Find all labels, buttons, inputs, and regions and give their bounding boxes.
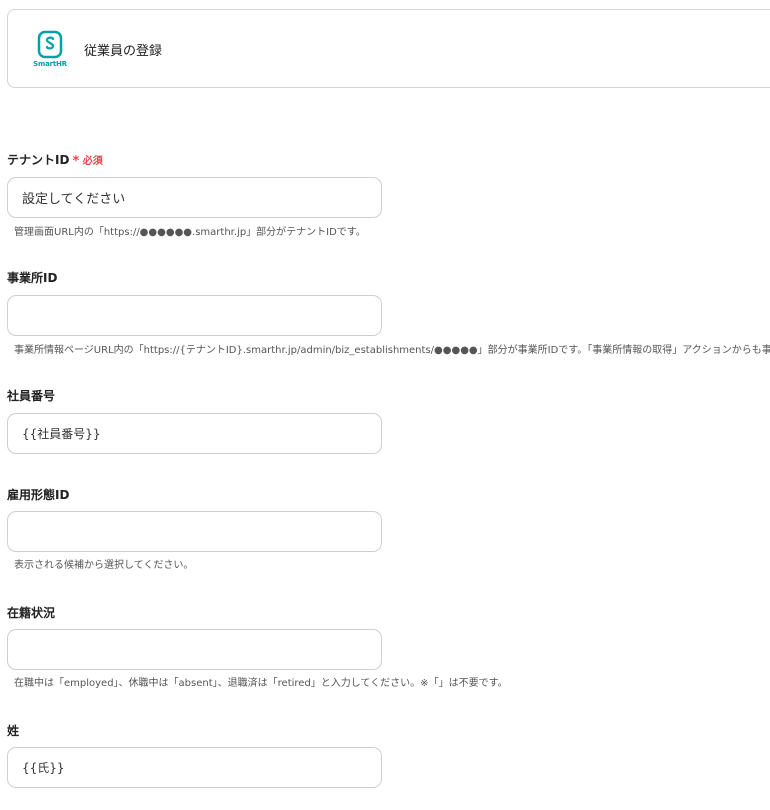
last-name-input[interactable]: {{氏}} bbox=[7, 747, 382, 788]
required-label: 必須 bbox=[82, 156, 103, 167]
smarthr-icon bbox=[37, 30, 63, 59]
logo-text: SmartHR bbox=[33, 60, 67, 68]
employee-number-input[interactable]: {{社員番号}} bbox=[7, 413, 382, 454]
employee-number-value: {{社員番号}} bbox=[22, 427, 101, 441]
last-name-value: {{氏}} bbox=[22, 761, 65, 775]
enrollment-status-help: 在職中は「employed」、休職中は「absent」、退職済は「retired… bbox=[14, 678, 508, 689]
header-card: SmartHR 従業員の登録 bbox=[7, 9, 770, 88]
tenant-id-input[interactable]: 設定してください bbox=[7, 177, 382, 218]
enrollment-status-input[interactable] bbox=[7, 629, 382, 670]
field-label: テナントID * 必須 bbox=[7, 151, 103, 169]
page-title: 従業員の登録 bbox=[84, 44, 163, 59]
field-label: 雇用形態ID bbox=[7, 488, 70, 502]
employment-type-id-input[interactable] bbox=[7, 511, 382, 552]
field-label: 事業所ID bbox=[7, 271, 58, 285]
employment-type-id-help: 表示される候補から選択してください。 bbox=[14, 560, 194, 571]
smarthr-logo: SmartHR bbox=[32, 30, 68, 72]
tenant-id-placeholder: 設定してください bbox=[22, 192, 126, 207]
field-label-text: テナントID bbox=[7, 153, 70, 167]
establishment-id-help: 事業所情報ページURL内の「https://{テナントID}.smarthr.j… bbox=[14, 345, 770, 356]
tenant-id-help: 管理画面URL内の「https://●●●●●●.smarthr.jp」部分がテ… bbox=[14, 227, 366, 238]
field-label: 姓 bbox=[7, 724, 20, 738]
establishment-id-input[interactable] bbox=[7, 295, 382, 336]
required-badge: * 必須 bbox=[72, 154, 103, 169]
field-label: 社員番号 bbox=[7, 389, 56, 403]
field-label: 在籍状況 bbox=[7, 606, 56, 620]
